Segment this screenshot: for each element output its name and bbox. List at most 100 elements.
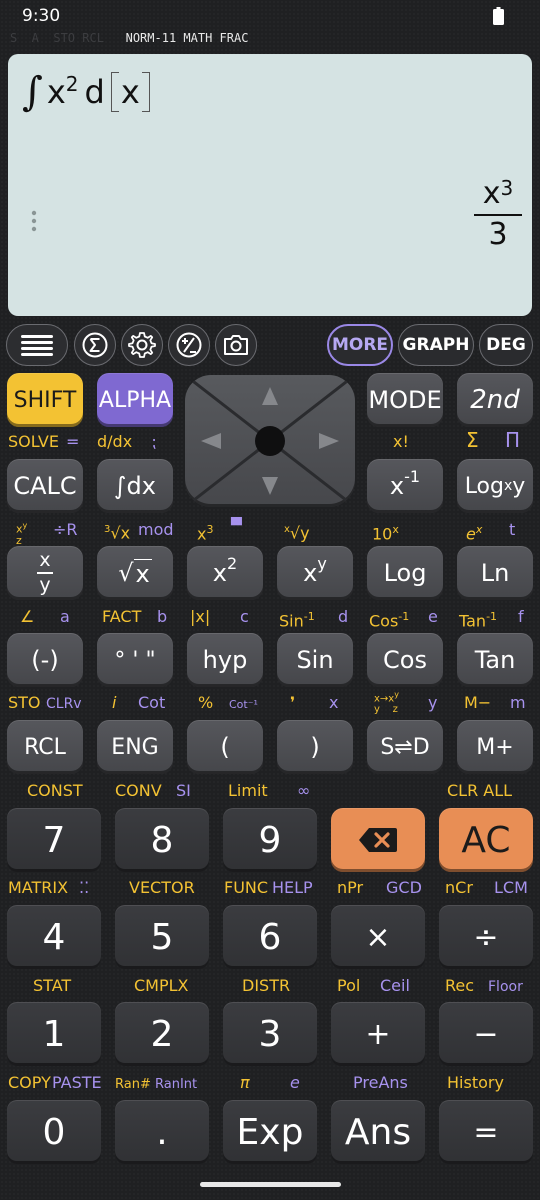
ln-key[interactable]: Ln <box>457 546 533 600</box>
exp-key[interactable]: Exp <box>223 1100 317 1164</box>
m-plus-key[interactable]: M+ <box>457 720 533 774</box>
arrow-right-icon[interactable] <box>319 433 339 449</box>
factorial-label: x! <box>393 432 409 451</box>
calc-key[interactable]: CALC <box>7 459 83 513</box>
sigma-button[interactable] <box>74 324 116 366</box>
ans-key[interactable]: Ans <box>331 1100 425 1164</box>
arrow-left-icon[interactable] <box>201 433 221 449</box>
cot-inv-label: Cot⁻¹ <box>229 698 258 711</box>
rcl-key[interactable]: RCL <box>7 720 83 774</box>
direction-pad[interactable] <box>185 375 355 507</box>
stat-label: STAT <box>33 976 72 995</box>
home-indicator[interactable] <box>200 1182 341 1187</box>
logxy-base: Log <box>464 473 504 499</box>
t-label: t <box>509 520 516 539</box>
key-4[interactable]: 4 <box>7 905 101 969</box>
ac-key[interactable]: AC <box>439 808 533 872</box>
key-1[interactable]: 1 <box>7 1002 101 1066</box>
cube-root-label: 3√x <box>104 523 131 543</box>
ceil-label: Ceil <box>380 976 410 995</box>
npr-label: nPr <box>337 878 364 897</box>
log-key[interactable]: Log <box>367 546 443 600</box>
key-7[interactable]: 7 <box>7 808 101 872</box>
i-label: i <box>112 693 117 712</box>
menu-button[interactable] <box>6 324 68 366</box>
key-8[interactable]: 8 <box>115 808 209 872</box>
plus-key[interactable]: + <box>331 1002 425 1066</box>
key-2[interactable]: 2 <box>115 1002 209 1066</box>
settings-button[interactable] <box>121 324 163 366</box>
hyp-key[interactable]: hyp <box>187 633 263 687</box>
sto-label: STO <box>8 693 41 712</box>
right-paren-key[interactable]: ) <box>277 720 353 774</box>
b-label: b <box>157 607 168 626</box>
degree-key[interactable]: ° ' " <box>97 633 173 687</box>
cot-label: Cot <box>138 693 166 712</box>
help-label: HELP <box>272 878 313 897</box>
eng-key[interactable]: ENG <box>97 720 173 774</box>
deg-button[interactable]: DEG <box>479 324 533 366</box>
percent-label: % <box>198 693 214 712</box>
tan-key[interactable]: Tan <box>457 633 533 687</box>
input-expression[interactable]: ∫ x2 d x <box>22 62 150 122</box>
alpha-key[interactable]: ALPHA <box>97 373 173 427</box>
s-d-key[interactable]: S⇌D <box>367 720 443 774</box>
inverse-key[interactable]: x -1 <box>367 459 443 513</box>
arrow-up-icon[interactable] <box>262 387 278 405</box>
multiply-key[interactable]: × <box>331 905 425 969</box>
sum-label: Σ <box>466 428 479 452</box>
graph-button[interactable]: GRAPH <box>398 324 474 366</box>
mean-bar-label: ▀ <box>231 518 242 534</box>
integral-key[interactable]: ∫dx <box>97 459 173 513</box>
backspace-key[interactable] <box>331 808 425 872</box>
camera-button[interactable] <box>215 324 257 366</box>
e-const-label: e <box>290 1073 300 1092</box>
sqrt-key[interactable]: √ x <box>97 546 173 600</box>
display-menu-icon[interactable] <box>24 200 44 250</box>
equals-key[interactable]: = <box>439 1100 533 1164</box>
e-pow-label: ex <box>466 523 483 544</box>
frac-mixed-label: xy z <box>16 521 28 547</box>
power-key[interactable]: xy <box>277 546 353 600</box>
second-key[interactable]: 2nd <box>457 373 533 427</box>
ddx-label: d/dx <box>97 432 133 451</box>
more-button[interactable]: MORE <box>327 324 393 366</box>
key-6[interactable]: 6 <box>223 905 317 969</box>
square-key[interactable]: x2 <box>187 546 263 600</box>
vector-label: VECTOR <box>129 878 195 897</box>
calculator-display[interactable]: ∫ x2 d x x3 3 <box>8 54 532 316</box>
fraction-numerator: x <box>39 549 51 572</box>
ranint-label: RanInt <box>155 1077 198 1092</box>
battery-icon <box>493 7 504 25</box>
gear-icon <box>128 332 156 358</box>
arrow-down-icon[interactable] <box>262 477 278 495</box>
mode-key[interactable]: MODE <box>367 373 443 427</box>
differential-var: x <box>120 73 140 111</box>
si-label: SI <box>176 781 191 800</box>
cos-key[interactable]: Cos <box>367 633 443 687</box>
minus-key[interactable]: − <box>439 1002 533 1066</box>
fraction-key[interactable]: x y <box>7 546 83 600</box>
bracket-left <box>110 72 119 112</box>
decimal-key[interactable]: . <box>115 1100 209 1164</box>
preans-label: PreAns <box>353 1073 408 1092</box>
plus-minus-button[interactable] <box>168 324 210 366</box>
key-5[interactable]: 5 <box>115 905 209 969</box>
key-9[interactable]: 9 <box>223 808 317 872</box>
key-3[interactable]: 3 <box>223 1002 317 1066</box>
pol-label: Pol <box>337 976 361 995</box>
left-paren-key[interactable]: ( <box>187 720 263 774</box>
shift-key[interactable]: SHIFT <box>7 373 83 427</box>
fraction-bar <box>474 214 522 216</box>
d-label: d <box>338 607 349 626</box>
negative-key[interactable]: (-) <box>7 633 83 687</box>
solve-label: SOLVE <box>8 432 59 451</box>
key-0[interactable]: 0 <box>7 1100 101 1164</box>
sin-key[interactable]: Sin <box>277 633 353 687</box>
logxy-key[interactable]: Log x y <box>457 459 533 513</box>
comma-label: ❜ <box>290 693 296 712</box>
result-denominator: 3 <box>488 217 508 252</box>
menu-icon <box>21 335 53 356</box>
result-fraction: x3 3 <box>474 176 522 252</box>
divide-key[interactable]: ÷ <box>439 905 533 969</box>
